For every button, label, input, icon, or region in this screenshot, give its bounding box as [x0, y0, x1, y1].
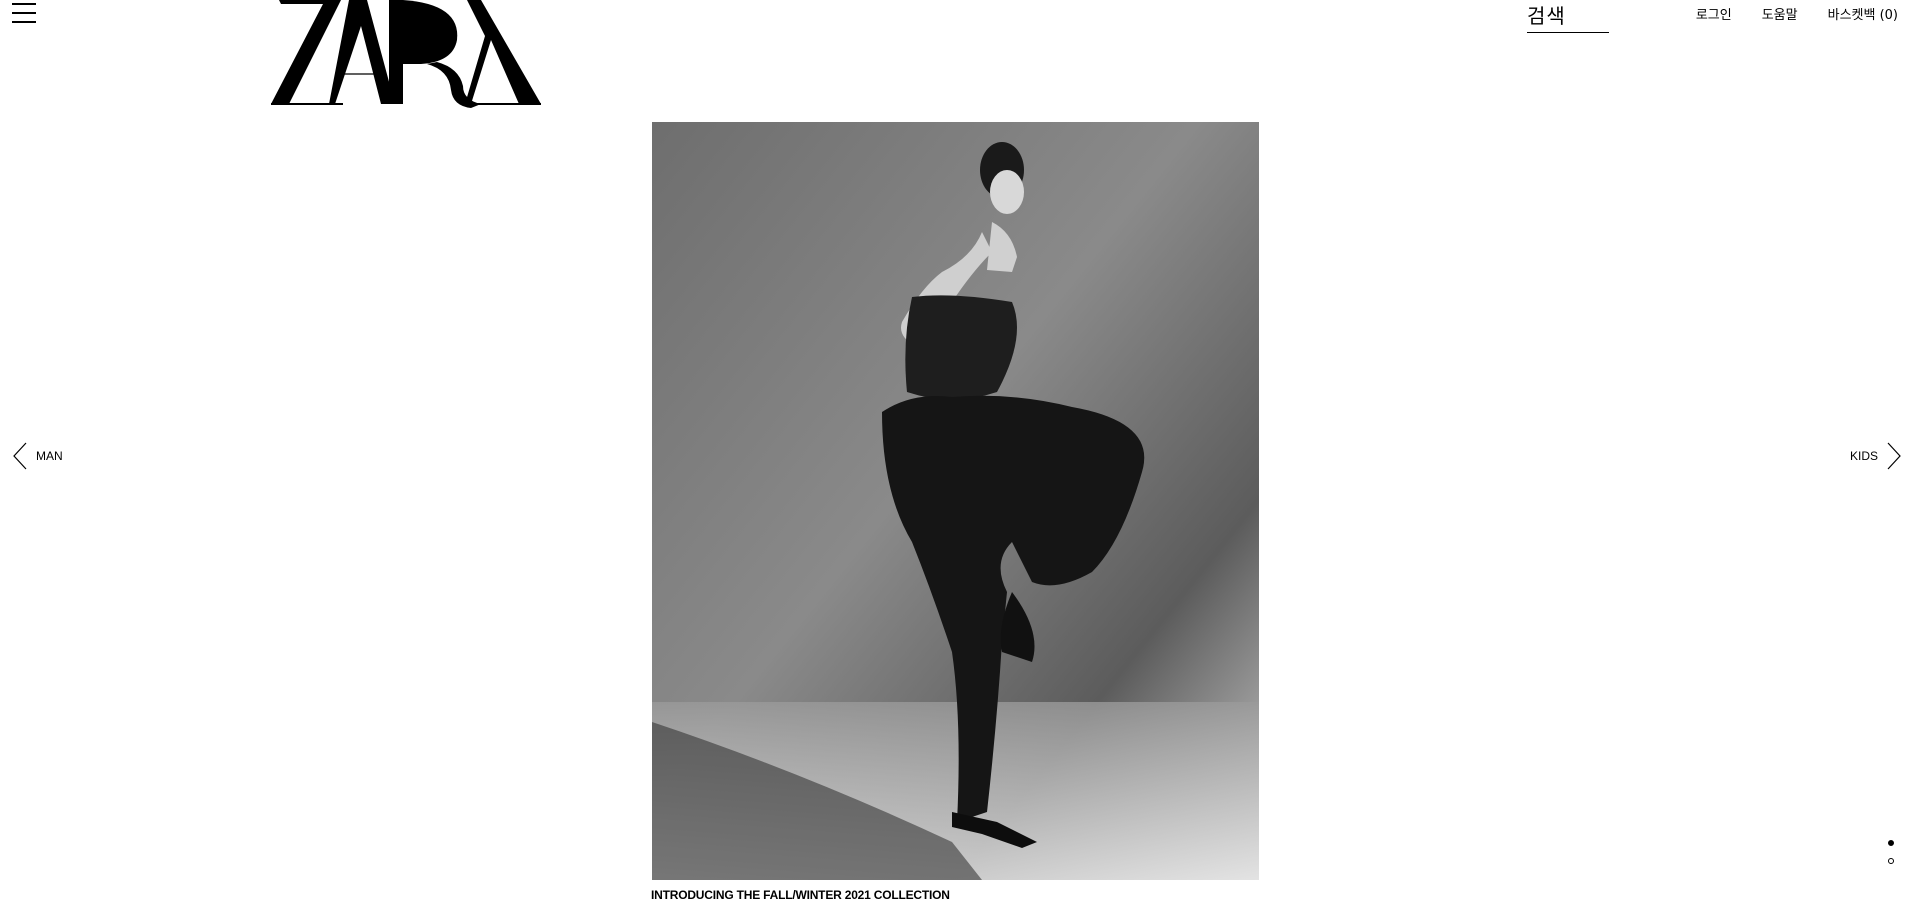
chevron-left-icon: [13, 442, 27, 470]
prev-section-button[interactable]: MAN: [12, 442, 63, 470]
hero-caption[interactable]: INTRODUCING THE FALL/WINTER 2021 COLLECT…: [651, 888, 950, 901]
menu-line: [12, 21, 36, 23]
carousel-dot-1[interactable]: [1888, 840, 1894, 846]
basket-link[interactable]: 바스켓백 (0): [1828, 4, 1898, 23]
top-nav: 로그인 도움말 바스켓백 (0): [1696, 4, 1898, 23]
search-label: 검색: [1527, 4, 1566, 28]
next-section-label: KIDS: [1849, 449, 1878, 463]
help-link[interactable]: 도움말: [1762, 4, 1798, 23]
carousel-dot-2[interactable]: [1888, 858, 1894, 864]
prev-section-label: MAN: [36, 449, 63, 463]
chevron-right-icon: [1887, 442, 1901, 470]
next-section-button[interactable]: KIDS: [1850, 442, 1902, 470]
hamburger-menu-icon[interactable]: [12, 3, 36, 23]
menu-line: [12, 12, 36, 14]
search-field[interactable]: 검색: [1527, 2, 1609, 33]
menu-line: [12, 3, 36, 5]
login-link[interactable]: 로그인: [1696, 4, 1732, 23]
hero-image[interactable]: [652, 122, 1259, 880]
hero-photo: [652, 122, 1259, 880]
zara-logo-mark: [271, 0, 541, 108]
carousel-dots: [1888, 840, 1894, 864]
zara-logo[interactable]: [271, 0, 541, 108]
